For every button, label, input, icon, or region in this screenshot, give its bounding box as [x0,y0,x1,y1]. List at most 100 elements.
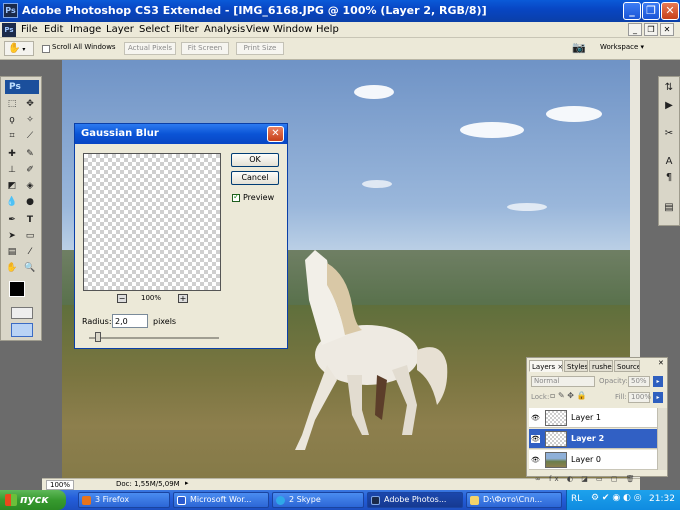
print-size-button[interactable]: Print Size [236,42,284,55]
blend-mode-select[interactable]: Normal [531,376,595,387]
fill-slider-button[interactable]: ▸ [653,392,663,403]
menu-analysis[interactable]: Analysis [204,24,245,35]
eye-icon[interactable]: 👁 [531,435,540,443]
start-button[interactable]: пуск [0,490,66,510]
layers-scrollbar[interactable] [657,408,667,470]
task-folder[interactable]: D:\Фото\Спл... [466,492,562,508]
menu-select[interactable]: Select [139,24,170,35]
layer-row[interactable]: 👁 Layer 0 [529,450,665,470]
paint-bucket-icon[interactable]: ◈ [23,179,37,193]
task-word[interactable]: Microsoft Wor... [173,492,269,508]
fit-screen-button[interactable]: Fit Screen [181,42,229,55]
history-brush-icon[interactable]: ✐ [23,163,37,177]
crop-tool-icon[interactable]: ⌗ [5,129,19,143]
scroll-all-windows-checkbox[interactable] [42,45,50,53]
radius-slider-track[interactable] [89,337,219,339]
doc-restore-button[interactable]: ❐ [644,23,658,36]
type-tool-icon[interactable]: T [23,213,37,227]
opacity-slider-button[interactable]: ▸ [653,376,663,387]
ok-button[interactable]: OK [231,153,279,167]
radius-input[interactable] [112,314,148,328]
actual-pixels-button[interactable]: Actual Pixels [124,42,176,55]
actions-icon[interactable]: ▶ [661,99,677,113]
slice-tool-icon[interactable]: ⟋ [23,129,37,143]
document-icon[interactable]: Ps [2,23,16,37]
firefox-icon [82,496,91,505]
dodge-tool-icon[interactable]: ● [23,195,37,209]
menu-layer[interactable]: Layer [106,24,134,35]
photoshop-logo[interactable]: Ps [5,80,39,94]
layer-row[interactable]: 👁 Layer 1 [529,408,665,428]
tab-layers[interactable]: Layers × [529,360,563,372]
bridge-icon[interactable]: 📷 [572,41,590,56]
minimize-button[interactable]: _ [623,2,641,20]
doc-minimize-button[interactable]: _ [628,23,642,36]
restore-button[interactable]: ❐ [642,2,660,20]
layer-comps-icon[interactable]: ▤ [661,201,677,215]
tab-brushes[interactable]: rushes [589,360,613,372]
eye-icon[interactable]: 👁 [531,456,540,464]
character-icon[interactable]: A [661,155,677,169]
task-skype[interactable]: 2 Skype [272,492,364,508]
lock-icons[interactable]: ▫ ✎ ✥ 🔒 [550,391,586,400]
radius-slider-thumb[interactable] [95,332,101,342]
eyedropper-icon[interactable]: ⁄ [23,245,37,259]
menu-window[interactable]: Window [273,24,312,35]
close-button[interactable]: ✕ [661,2,679,20]
clock[interactable]: 21:32 [649,494,675,504]
status-menu-icon[interactable]: ▸ [185,479,189,487]
menu-view[interactable]: View [246,24,270,35]
zoom-out-button[interactable]: − [117,294,127,303]
hand-tool-icon[interactable]: ✋ [5,261,19,275]
path-selection-icon[interactable]: ➤ [5,229,19,243]
eye-icon[interactable]: 👁 [531,414,540,422]
language-indicator[interactable]: RL [571,494,582,504]
layer-actions-icons[interactable]: ∞ fx ◐ ◪ ▭ ▢ 🗑 [535,475,638,483]
layer-row[interactable]: 👁 Layer 2 [529,429,665,449]
history-icon[interactable]: ⇅ [661,81,677,95]
menu-edit[interactable]: Edit [44,24,63,35]
healing-brush-icon[interactable]: ✚ [5,147,19,161]
move-tool-icon[interactable]: ✥ [23,97,37,111]
clone-stamp-icon[interactable]: ⊥ [5,163,19,177]
doc-close-button[interactable]: ✕ [660,23,674,36]
cloud [354,85,394,99]
blur-preview[interactable] [83,153,221,291]
document-size: Doc: 1,55M/5,09M [116,480,180,488]
screen-mode-icon[interactable] [11,323,33,337]
eraser-tool-icon[interactable]: ◩ [5,179,19,193]
tool-presets-icon[interactable]: ✂ [661,127,677,141]
fill-input[interactable]: 100% [628,392,651,403]
notes-tool-icon[interactable]: ▤ [5,245,19,259]
quick-mask-icon[interactable] [11,307,33,319]
menu-file[interactable]: File [21,24,38,35]
tray-icons[interactable]: ⚙ ✔ ◉ ◐ ◎ [591,493,642,503]
opacity-input[interactable]: 50% [628,376,650,387]
task-photoshop[interactable]: Adobe Photos... [367,492,463,508]
dialog-close-button[interactable]: ✕ [267,126,284,142]
task-firefox[interactable]: 3 Firefox [78,492,170,508]
menu-image[interactable]: Image [70,24,101,35]
tool-preset-picker[interactable]: ✋ ▾ [4,41,34,56]
lasso-tool-icon[interactable]: ϙ [5,113,19,127]
foreground-color-swatch[interactable] [9,281,25,297]
zoom-tool-icon[interactable]: 🔍 [23,261,37,275]
photoshop-app-icon[interactable]: Ps [3,3,18,18]
panel-close-icon[interactable]: ✕ [658,359,664,367]
menu-help[interactable]: Help [316,24,339,35]
preview-checkbox[interactable]: ✓ [232,192,240,202]
tab-source[interactable]: Source [614,360,640,372]
cancel-button[interactable]: Cancel [231,171,279,185]
tab-styles[interactable]: Styles [564,360,588,372]
menu-filter[interactable]: Filter [174,24,199,35]
brush-tool-icon[interactable]: ✎ [23,147,37,161]
workspace-menu[interactable]: Workspace ▾ [600,43,644,51]
zoom-in-button[interactable]: + [178,294,188,303]
pen-tool-icon[interactable]: ✒ [5,213,19,227]
magic-wand-icon[interactable]: ✧ [23,113,37,127]
blur-tool-icon[interactable]: 💧 [5,195,19,209]
shape-tool-icon[interactable]: ▭ [23,229,37,243]
marquee-tool-icon[interactable]: ⬚ [5,97,19,111]
zoom-level[interactable]: 100% [46,480,75,490]
paragraph-icon[interactable]: ¶ [661,171,677,185]
